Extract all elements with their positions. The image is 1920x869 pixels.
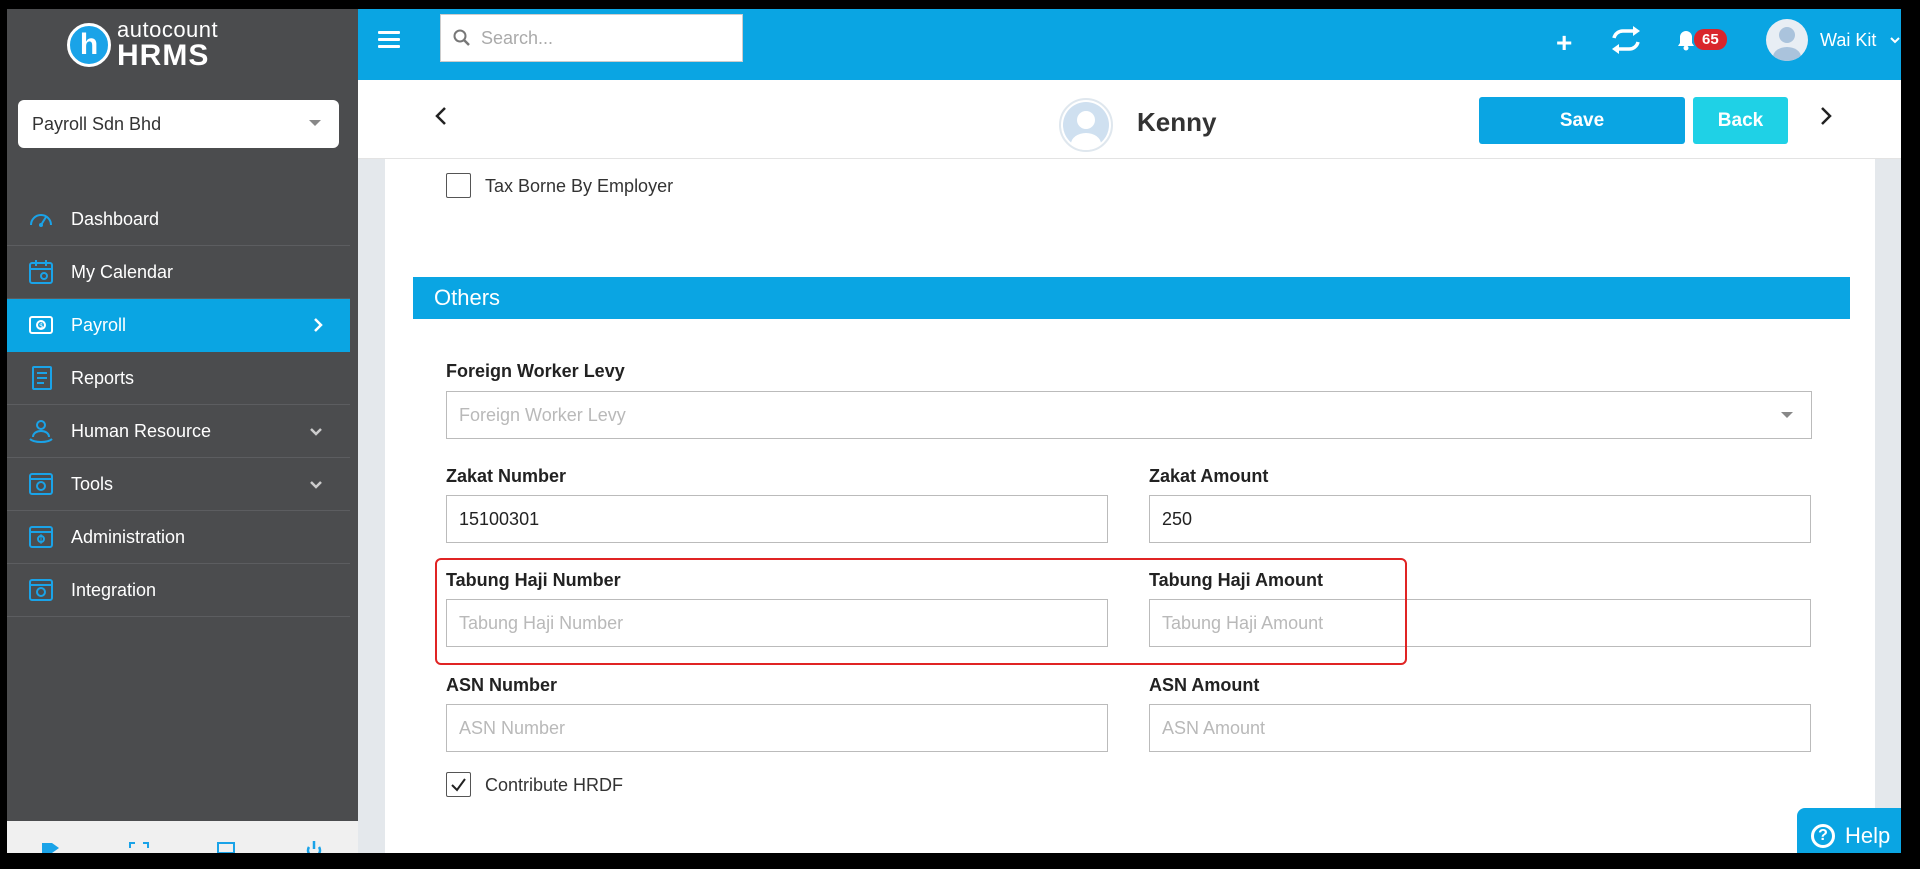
zakat-amount-label: Zakat Amount	[1149, 466, 1269, 486]
sidebar-item-label: Reports	[71, 367, 135, 388]
zakat-number-label: Zakat Number	[446, 466, 567, 486]
chevron-down-icon[interactable]	[1889, 30, 1901, 53]
tabung-haji-number-field[interactable]	[446, 599, 1108, 647]
reports-icon	[27, 364, 55, 392]
asn-number-input[interactable]	[447, 705, 1107, 751]
save-button[interactable]: Save	[1479, 97, 1685, 144]
sidebar-item-administration[interactable]: Administration	[7, 511, 350, 564]
search-input[interactable]	[481, 27, 721, 49]
employee-name: Kenny	[1137, 107, 1217, 137]
app-logo[interactable]: h autocount HRMS	[67, 17, 218, 73]
tools-icon	[27, 470, 55, 498]
sidebar: h autocount HRMS Payroll Sdn Bhd Dashboa…	[7, 9, 358, 853]
logout-icon[interactable]	[39, 839, 63, 853]
tabung-haji-number-input[interactable]	[447, 600, 1107, 646]
employee-avatar	[1059, 98, 1113, 152]
payroll-icon: $	[27, 311, 55, 339]
foreign-worker-levy-label: Foreign Worker Levy	[446, 361, 625, 381]
user-name[interactable]: Wai Kit	[1820, 30, 1876, 51]
help-button[interactable]: ? Help	[1797, 808, 1901, 853]
employee-form: Tax Borne By Employer Others Foreign Wor…	[385, 159, 1875, 853]
logo-bottom-text: HRMS	[117, 39, 210, 72]
back-button[interactable]: Back	[1693, 97, 1788, 144]
tax-borne-checkbox[interactable]	[446, 173, 471, 198]
svg-text:$: $	[39, 322, 43, 330]
foreign-worker-levy-input[interactable]	[447, 392, 1811, 438]
help-label: Help	[1845, 822, 1891, 848]
sidebar-item-label: Dashboard	[71, 208, 160, 229]
chevron-right-icon	[312, 315, 324, 340]
zakat-amount-field[interactable]	[1149, 495, 1811, 543]
sidebar-item-my-calendar[interactable]: My Calendar	[7, 246, 350, 299]
add-icon[interactable]: +	[1556, 27, 1572, 59]
next-employee-icon[interactable]	[1818, 102, 1834, 137]
hamburger-menu-icon[interactable]	[378, 31, 400, 49]
integration-icon	[27, 576, 55, 604]
tabung-haji-amount-input[interactable]	[1150, 600, 1810, 646]
dashboard-icon	[27, 205, 55, 233]
app-window: h autocount HRMS Payroll Sdn Bhd Dashboa…	[7, 9, 1901, 853]
bell-icon[interactable]	[1676, 29, 1696, 56]
top-bar: + 65 Wai Kit	[358, 9, 1901, 80]
section-title-others: Others	[413, 277, 1850, 319]
chevron-down-icon	[308, 474, 324, 499]
company-select[interactable]: Payroll Sdn Bhd	[18, 100, 339, 148]
zakat-number-input[interactable]	[447, 496, 1107, 542]
contribute-hrdf-checkbox[interactable]	[446, 772, 471, 797]
language-icon[interactable]	[214, 839, 238, 853]
sidebar-item-label: Human Resource	[71, 420, 212, 441]
employee-header: Kenny Save Back	[358, 80, 1901, 159]
sidebar-item-label: My Calendar	[71, 261, 174, 282]
company-select-value: Payroll Sdn Bhd	[32, 113, 162, 134]
sidebar-item-tools[interactable]: Tools	[7, 458, 350, 511]
asn-number-field[interactable]	[446, 704, 1108, 752]
asn-number-label: ASN Number	[446, 675, 558, 695]
checkmark-icon	[451, 778, 466, 792]
search-box[interactable]	[440, 14, 743, 62]
notification-badge[interactable]: 65	[1694, 29, 1727, 50]
foreign-worker-levy-select[interactable]	[446, 391, 1812, 439]
help-icon: ?	[1811, 823, 1835, 848]
contribute-hrdf-label: Contribute HRDF	[485, 775, 624, 795]
asn-amount-field[interactable]	[1149, 704, 1811, 752]
tax-borne-label: Tax Borne By Employer	[485, 176, 674, 196]
tabung-haji-amount-field[interactable]	[1149, 599, 1811, 647]
administration-icon	[27, 523, 55, 551]
sidebar-item-payroll[interactable]: $ Payroll	[7, 299, 350, 352]
sidebar-nav: Dashboard My Calendar $ Payroll Reports …	[7, 193, 350, 617]
chevron-down-icon	[308, 421, 324, 446]
logo-mark: h	[67, 23, 111, 67]
sidebar-item-label: Payroll	[71, 314, 127, 335]
calendar-icon	[27, 258, 55, 286]
sidebar-item-integration[interactable]: Integration	[7, 564, 350, 617]
sidebar-footer	[7, 821, 358, 853]
zakat-number-field[interactable]	[446, 495, 1108, 543]
sidebar-item-label: Administration	[71, 526, 186, 547]
sidebar-item-reports[interactable]: Reports	[7, 352, 350, 405]
fullscreen-icon[interactable]	[127, 839, 151, 853]
asn-amount-label: ASN Amount	[1149, 675, 1260, 695]
tabung-haji-amount-label: Tabung Haji Amount	[1149, 570, 1323, 590]
sidebar-item-human-resource[interactable]: Human Resource	[7, 405, 350, 458]
sync-icon[interactable]	[1609, 26, 1643, 59]
chevron-down-icon	[1781, 412, 1793, 418]
power-icon[interactable]	[302, 839, 326, 853]
user-avatar[interactable]	[1766, 19, 1808, 61]
human-resource-icon	[27, 417, 55, 445]
sidebar-item-dashboard[interactable]: Dashboard	[7, 193, 350, 246]
previous-employee-icon[interactable]	[433, 102, 449, 137]
sidebar-item-label: Tools	[71, 473, 114, 494]
tabung-haji-number-label: Tabung Haji Number	[446, 570, 621, 590]
chevron-down-icon	[309, 120, 321, 126]
search-icon	[453, 29, 470, 46]
sidebar-item-label: Integration	[71, 579, 157, 600]
zakat-amount-input[interactable]	[1150, 496, 1810, 542]
asn-amount-input[interactable]	[1150, 705, 1810, 751]
logo-top-text: autocount	[117, 17, 219, 42]
